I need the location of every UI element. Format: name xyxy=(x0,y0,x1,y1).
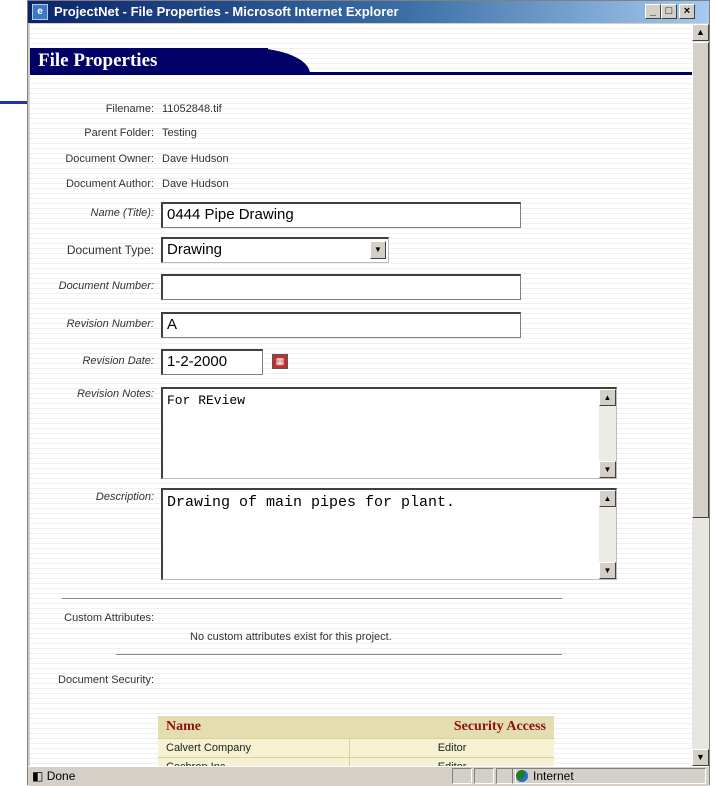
table-row[interactable]: Cechren Inc Editor xyxy=(158,757,554,766)
internet-zone-icon xyxy=(516,770,528,782)
browser-window: e ProjectNet - File Properties - Microso… xyxy=(27,0,710,786)
title-bar[interactable]: e ProjectNet - File Properties - Microso… xyxy=(28,1,709,23)
revision-date-label: Revision Date: xyxy=(82,355,154,367)
scroll-down-icon[interactable]: ▼ xyxy=(692,749,709,766)
status-pane xyxy=(474,768,494,784)
scrollbar-thumb[interactable] xyxy=(692,42,709,518)
parent-folder-value: Testing xyxy=(162,127,197,139)
revision-notes-textarea[interactable]: For REview ▲ ▼ xyxy=(161,387,617,479)
page-title: File Properties xyxy=(38,50,158,71)
name-title-label: Name (Title): xyxy=(90,207,154,219)
chevron-down-icon[interactable]: ▼ xyxy=(370,241,386,259)
maximize-button[interactable]: □ xyxy=(661,4,677,19)
document-owner-label: Document Owner: xyxy=(65,153,154,165)
document-number-label: Document Number: xyxy=(58,280,154,292)
security-name-cell: Cechren Inc xyxy=(158,757,350,766)
divider xyxy=(116,654,562,655)
security-table: Name Security Access Calvert Company Edi… xyxy=(158,716,554,766)
revision-notes-label: Revision Notes: xyxy=(76,388,154,400)
status-pane xyxy=(452,768,472,784)
document-number-input[interactable] xyxy=(161,274,521,300)
description-value: Drawing of main pipes for plant. xyxy=(167,494,456,511)
security-col-name: Name xyxy=(158,716,350,739)
revision-notes-scrollbar[interactable]: ▲ ▼ xyxy=(599,389,616,478)
status-text: ◧ Done xyxy=(32,769,76,783)
page-header-banner: File Properties xyxy=(30,48,692,98)
scroll-up-icon[interactable]: ▲ xyxy=(599,490,616,507)
custom-attributes-label: Custom Attributes: xyxy=(64,612,154,624)
document-type-value: Drawing xyxy=(167,241,223,258)
calendar-icon[interactable]: ▦ xyxy=(272,354,288,369)
revision-number-input[interactable]: A xyxy=(161,312,521,338)
parent-folder-label: Parent Folder: xyxy=(84,127,154,139)
scroll-down-icon[interactable]: ▼ xyxy=(599,562,616,579)
security-name-cell: Calvert Company xyxy=(158,738,350,758)
window-title: ProjectNet - File Properties - Microsoft… xyxy=(54,4,399,19)
document-owner-value: Dave Hudson xyxy=(162,153,229,165)
table-row[interactable]: Calvert Company Editor xyxy=(158,738,554,758)
revision-notes-value: For REview xyxy=(167,393,246,408)
security-access-cell: Editor xyxy=(349,757,554,766)
name-title-input[interactable]: 0444 Pipe Drawing xyxy=(161,202,521,228)
document-author-value: Dave Hudson xyxy=(162,178,229,190)
security-col-access: Security Access xyxy=(349,716,554,739)
ie-app-icon: e xyxy=(32,4,48,20)
revision-date-input[interactable]: 1-2-2000 xyxy=(161,349,263,375)
document-author-label: Document Author: xyxy=(65,178,154,190)
minimize-button[interactable]: _ xyxy=(645,4,661,19)
divider xyxy=(62,598,562,599)
description-textarea[interactable]: Drawing of main pipes for plant. ▲ ▼ xyxy=(161,488,617,580)
internet-zone: Internet xyxy=(516,769,574,783)
document-type-label: Document Type: xyxy=(66,243,154,257)
scroll-up-icon[interactable]: ▲ xyxy=(599,389,616,406)
security-access-cell: Editor xyxy=(349,738,554,758)
description-scrollbar[interactable]: ▲ ▼ xyxy=(599,490,616,579)
filename-value: 11052848.tif xyxy=(162,103,222,115)
filename-label: Filename: xyxy=(105,103,154,115)
document-type-select[interactable]: Drawing ▼ xyxy=(161,237,389,263)
revision-number-label: Revision Number: xyxy=(66,318,154,330)
close-button[interactable]: × xyxy=(679,4,695,19)
document-security-label: Document Security: xyxy=(58,674,154,686)
description-label: Description: xyxy=(95,491,154,503)
scroll-down-icon[interactable]: ▼ xyxy=(599,461,616,478)
status-bar: ◧ Done Internet xyxy=(28,766,709,786)
page-scrollbar[interactable]: ▲ ▼ xyxy=(692,24,709,766)
page-done-icon: ◧ xyxy=(32,769,44,783)
scroll-up-icon[interactable]: ▲ xyxy=(692,24,709,41)
custom-attributes-message: No custom attributes exist for this proj… xyxy=(190,631,392,643)
page-content: File Properties Filename: 11052848.tif P… xyxy=(30,24,692,766)
